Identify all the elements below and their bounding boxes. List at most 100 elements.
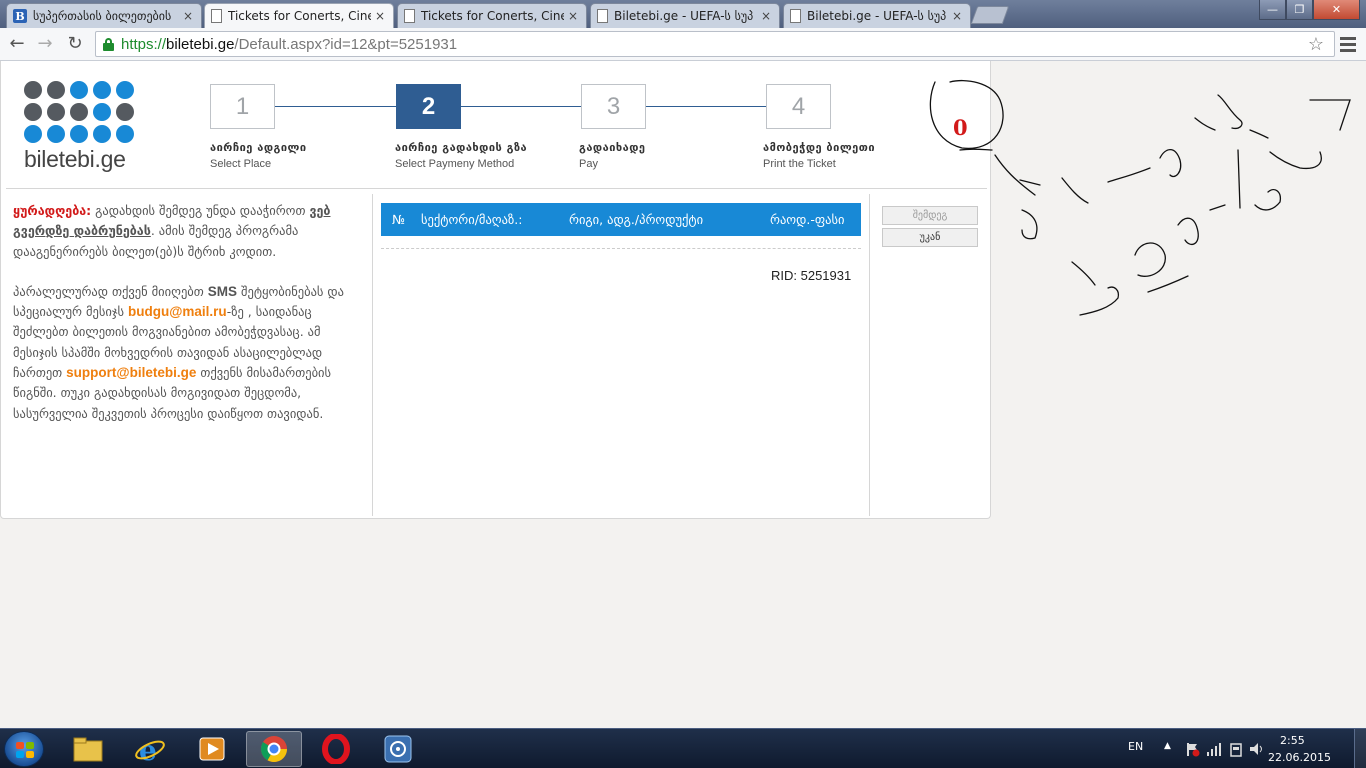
step-1-box: 1 [210, 84, 275, 129]
tab-close-icon[interactable]: × [952, 9, 962, 23]
chrome-icon [260, 736, 288, 763]
step-4-label-ka: ამობეჭდე ბილეთი [763, 141, 876, 154]
lock-icon [102, 37, 115, 51]
reservation-id: RID: 5251931 [771, 268, 852, 283]
order-table-header: № სექტორი/მაღაზ.: რიგი, ადგ./პროდუქტი რა… [381, 203, 861, 236]
action-center-flag-icon[interactable] [1184, 741, 1200, 757]
signal-strength-icon[interactable] [1206, 741, 1222, 757]
tab-title: სუპერთასის ბილეთების [33, 9, 172, 23]
browser-tab-3[interactable]: Tickets for Conerts, Cinem × [397, 3, 587, 28]
browser-tab-2[interactable]: Tickets for Conerts, Cinem × [204, 3, 394, 28]
system-tray: EN ▲ 2:55 22.06.2015 [1106, 729, 1366, 768]
notice-text: გადახდის შემდეგ უნდა დააჭიროთ [91, 203, 310, 218]
col-sector: სექტორი/მაღაზ.: [421, 212, 523, 227]
step-3-label-en: Pay [579, 158, 598, 170]
tab-close-icon[interactable]: × [568, 9, 578, 23]
tab-close-icon[interactable]: × [761, 9, 771, 23]
new-tab-button[interactable] [970, 6, 1010, 24]
step-2-box: 2 [396, 84, 461, 129]
internet-explorer-icon: e [135, 734, 165, 764]
clock-date[interactable]: 22.06.2015 [1268, 751, 1331, 764]
minimize-button[interactable]: — [1259, 0, 1286, 20]
url-protocol: https:// [121, 35, 167, 53]
cart-count[interactable]: 0 [953, 115, 968, 140]
modem-icon[interactable] [1228, 741, 1244, 757]
column-divider [869, 194, 870, 516]
step-3-box: 3 [581, 84, 646, 129]
column-divider [372, 194, 373, 516]
tab-title: Tickets for Conerts, Cinem [421, 9, 564, 23]
step-connector [645, 106, 766, 107]
address-bar[interactable]: https:// biletebi.ge /Default.aspx?id=12… [95, 31, 1335, 57]
sms-text: SMS [207, 283, 238, 299]
page-favicon-icon [597, 9, 608, 23]
biletebi-favicon-icon: B [13, 9, 27, 23]
tab-title: Tickets for Conerts, Cinem [228, 9, 371, 23]
network-app-taskbar-button[interactable] [370, 731, 426, 767]
browser-tab-strip: B სუპერთასის ბილეთების × Tickets for Con… [0, 0, 1366, 28]
logo-dots-icon [24, 81, 134, 143]
back-button[interactable]: უკან [882, 228, 978, 247]
back-arrow-icon[interactable]: ← [6, 33, 28, 54]
media-player-icon [199, 737, 225, 761]
step-1-label-ka: აირჩიე ადგილი [210, 141, 307, 154]
network-app-icon [384, 735, 412, 763]
page-favicon-icon [211, 9, 222, 23]
checkout-panel: biletebi.ge 1 აირჩიე ადგილი Select Place… [0, 61, 991, 519]
table-separator [381, 248, 861, 249]
step-connector [275, 106, 396, 107]
browser-menu-icon[interactable] [1340, 37, 1356, 55]
notice-text: პარალელურად თქვენ მიიღებთ [13, 283, 208, 299]
col-number: № [392, 212, 406, 227]
window-controls: — ❐ ✕ [1259, 0, 1360, 20]
col-row-seat: რიგი, ადგ./პროდუქტი [569, 212, 704, 227]
step-2-label-ka: აირჩიე გადახდის გზა [395, 141, 528, 154]
url-host: biletebi.ge [166, 35, 235, 53]
clock-time[interactable]: 2:55 [1280, 734, 1305, 747]
tab-title: Biletebi.ge - UEFA-ს სუპ [807, 9, 947, 23]
step-connector [460, 106, 581, 107]
step-4-label-en: Print the Ticket [763, 158, 836, 170]
volume-icon[interactable] [1248, 741, 1266, 757]
logo-text: biletebi.ge [24, 146, 126, 172]
forward-arrow-icon[interactable]: → [34, 33, 56, 54]
support-email-text: support@biletebi.ge [66, 365, 197, 381]
opera-taskbar-button[interactable] [308, 731, 364, 767]
folder-icon [73, 737, 103, 762]
show-desktop-button[interactable] [1354, 729, 1366, 768]
browser-tab-5[interactable]: Biletebi.ge - UEFA-ს სუპ × [783, 3, 971, 28]
step-3-label-ka: გადაიხადე [579, 141, 646, 154]
header-divider [6, 188, 987, 189]
warning-label: ყურადღება: [13, 203, 92, 218]
browser-toolbar: ← → ↻ https:// biletebi.ge /Default.aspx… [0, 28, 1366, 61]
page-favicon-icon [404, 9, 415, 23]
show-hidden-icons-icon[interactable]: ▲ [1164, 741, 1171, 751]
media-player-taskbar-button[interactable] [184, 731, 240, 767]
col-quantity-price: რაოდ.-ფასი [770, 212, 845, 227]
windows-taskbar: e EN ▲ 2:55 22.06.2015 [0, 728, 1366, 768]
reload-icon[interactable]: ↻ [64, 33, 86, 54]
ie-taskbar-button[interactable]: e [122, 731, 178, 767]
site-logo[interactable]: biletebi.ge [24, 81, 134, 173]
browser-tab-4[interactable]: Biletebi.ge - UEFA-ს სუპ × [590, 3, 780, 28]
close-window-button[interactable]: ✕ [1313, 0, 1360, 20]
payment-notice: ყურადღება: გადახდის შემდეგ უნდა დააჭიროთ… [13, 201, 353, 444]
windows-logo-icon [16, 742, 34, 758]
maximize-button[interactable]: ❐ [1286, 0, 1313, 20]
explorer-taskbar-button[interactable] [60, 731, 116, 767]
step-2-label-en: Select Paymeny Method [395, 158, 515, 170]
language-indicator[interactable]: EN [1128, 740, 1143, 753]
step-4-box: 4 [766, 84, 831, 129]
start-button[interactable] [4, 731, 44, 767]
tab-close-icon[interactable]: × [375, 9, 385, 23]
user-email-text: budgu@mail.ru [128, 304, 227, 320]
page-favicon-icon [790, 9, 801, 23]
browser-tab-1[interactable]: B სუპერთასის ბილეთების × [6, 3, 202, 28]
next-button[interactable]: შემდეგ [882, 206, 978, 225]
step-1-label-en: Select Place [210, 158, 272, 170]
tab-title: Biletebi.ge - UEFA-ს სუპ [614, 9, 754, 23]
bookmark-star-icon[interactable]: ☆ [1308, 34, 1324, 55]
tab-close-icon[interactable]: × [183, 9, 193, 23]
url-path: /Default.aspx?id=12&pt=5251931 [234, 35, 458, 53]
chrome-taskbar-button[interactable] [246, 731, 302, 767]
